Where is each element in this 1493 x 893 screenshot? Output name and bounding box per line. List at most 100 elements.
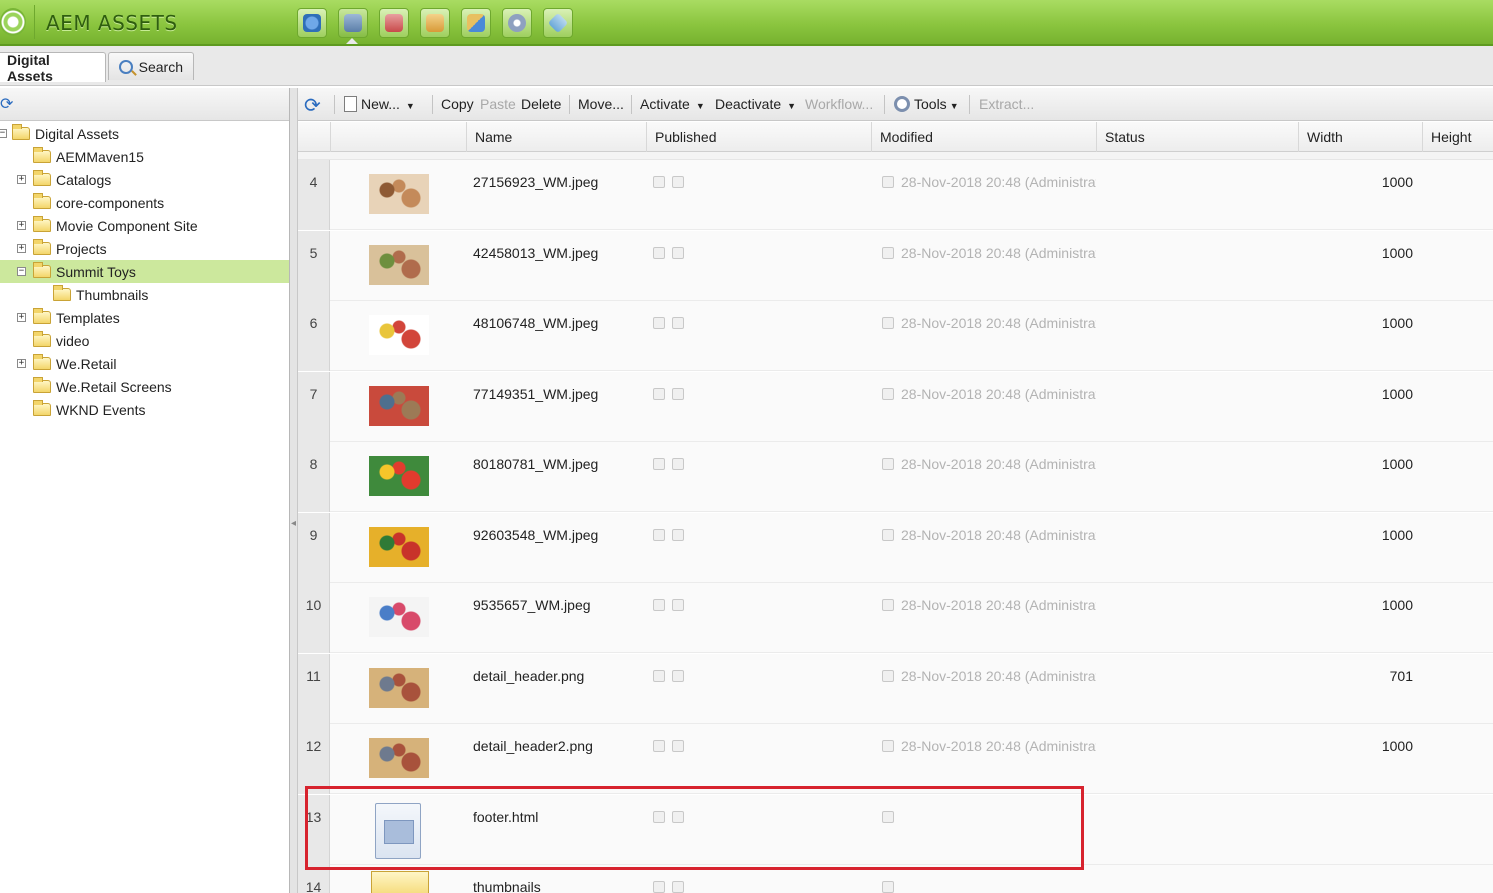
published-checkbox[interactable] (653, 670, 665, 682)
websites-icon[interactable] (297, 8, 327, 38)
asset-name[interactable]: 9535657_WM.jpeg (473, 597, 591, 613)
asset-thumbnail[interactable] (369, 386, 429, 426)
tree-item-projects[interactable]: + Projects (0, 237, 290, 260)
expand-icon[interactable]: + (17, 244, 26, 253)
table-row[interactable]: 9 92603548_WM.jpeg 28-Nov-2018 20:48 (Admi… (298, 513, 1493, 583)
modified-checkbox[interactable] (882, 176, 894, 188)
published-checkbox[interactable] (653, 529, 665, 541)
refresh-icon[interactable]: ⟳ (0, 96, 18, 114)
modified-checkbox[interactable] (882, 599, 894, 611)
published-checkbox[interactable] (653, 176, 665, 188)
expand-icon[interactable]: + (17, 175, 26, 184)
expand-icon[interactable]: + (17, 313, 26, 322)
modified-checkbox[interactable] (882, 529, 894, 541)
campaigns-icon[interactable] (379, 8, 409, 38)
expand-icon[interactable]: + (17, 221, 26, 230)
collapse-icon[interactable]: − (17, 267, 26, 276)
published-checkbox[interactable] (653, 247, 665, 259)
asset-name[interactable]: thumbnails (473, 879, 541, 893)
copy-button[interactable]: Copy (441, 96, 474, 112)
tree-item-movie-component-site[interactable]: + Movie Component Site (0, 214, 290, 237)
tree-item-core-components[interactable]: core-components (0, 191, 290, 214)
table-row[interactable]: 7 77149351_WM.jpeg 28-Nov-2018 20:48 (Admi… (298, 372, 1493, 442)
tab-digital-assets[interactable]: Digital Assets (0, 52, 106, 84)
published-checkbox[interactable] (672, 529, 684, 541)
digital-assets-icon[interactable] (338, 8, 368, 38)
table-row[interactable]: 4 27156923_WM.jpeg 28-Nov-2018 20:48 (Admi… (298, 160, 1493, 230)
panel-splitter[interactable]: ◂ (290, 88, 298, 893)
table-row[interactable]: 10 9535657_WM.jpeg 28-Nov-2018 20:48 (Admi… (298, 583, 1493, 653)
asset-thumbnail[interactable] (369, 597, 429, 637)
modified-checkbox[interactable] (882, 740, 894, 752)
published-checkbox[interactable] (653, 458, 665, 470)
modified-checkbox[interactable] (882, 388, 894, 400)
asset-thumbnail[interactable] (369, 456, 429, 496)
column-header-modified[interactable]: Modified (871, 122, 1096, 152)
table-row[interactable]: 5 42458013_WM.jpeg 28-Nov-2018 20:48 (Admi… (298, 231, 1493, 301)
published-checkbox[interactable] (653, 317, 665, 329)
tagging-icon[interactable] (543, 8, 573, 38)
column-header-width[interactable]: Width (1298, 122, 1422, 152)
tree-item-we-retail-screens[interactable]: We.Retail Screens (0, 375, 290, 398)
inbox-icon[interactable] (420, 8, 450, 38)
collapse-icon[interactable]: − (0, 129, 7, 138)
published-checkbox[interactable] (672, 317, 684, 329)
published-checkbox[interactable] (672, 881, 684, 893)
modified-checkbox[interactable] (882, 881, 894, 893)
published-checkbox[interactable] (672, 740, 684, 752)
table-row[interactable]: 8 80180781_WM.jpeg 28-Nov-2018 20:48 (Admi… (298, 442, 1493, 512)
asset-name[interactable]: 48106748_WM.jpeg (473, 315, 598, 331)
column-header-published[interactable]: Published (646, 122, 871, 152)
table-row[interactable]: 12 detail_header2.png 28-Nov-2018 20:48 (A… (298, 724, 1493, 794)
tree-item-catalogs[interactable]: + Catalogs (0, 168, 290, 191)
asset-name[interactable]: 42458013_WM.jpeg (473, 245, 598, 261)
tools-button[interactable]: Tools ▼ (894, 96, 959, 112)
asset-name[interactable]: 77149351_WM.jpeg (473, 386, 598, 402)
tab-search[interactable]: Search (108, 52, 194, 80)
published-checkbox[interactable] (672, 247, 684, 259)
asset-name[interactable]: 92603548_WM.jpeg (473, 527, 598, 543)
extract-button[interactable]: Extract... (979, 96, 1034, 112)
delete-button[interactable]: Delete (521, 96, 561, 112)
asset-thumbnail[interactable] (369, 174, 429, 214)
column-header-height[interactable]: Height (1422, 122, 1493, 152)
tree-item-video[interactable]: video (0, 329, 290, 352)
published-checkbox[interactable] (653, 740, 665, 752)
modified-checkbox[interactable] (882, 247, 894, 259)
column-header-name[interactable]: Name (466, 122, 646, 152)
published-checkbox[interactable] (672, 176, 684, 188)
published-checkbox[interactable] (653, 881, 665, 893)
asset-name[interactable]: detail_header.png (473, 668, 584, 684)
published-checkbox[interactable] (672, 388, 684, 400)
modified-checkbox[interactable] (882, 317, 894, 329)
move-button[interactable]: Move... (578, 96, 624, 112)
tools-icon[interactable] (502, 8, 532, 38)
column-header-status[interactable]: Status (1096, 122, 1298, 152)
refresh-icon[interactable]: ⟳ (304, 93, 321, 118)
asset-thumbnail[interactable] (369, 527, 429, 567)
expand-icon[interactable]: + (17, 359, 26, 368)
asset-thumbnail[interactable] (369, 738, 429, 778)
published-checkbox[interactable] (672, 670, 684, 682)
folder-icon[interactable] (371, 871, 429, 893)
tree-item-aemmaven15[interactable]: AEMMaven15 (0, 145, 290, 168)
published-checkbox[interactable] (653, 388, 665, 400)
table-row[interactable]: 11 detail_header.png 28-Nov-2018 20:48 (Ad… (298, 654, 1493, 724)
new-button[interactable]: New... ▼ (344, 96, 415, 112)
table-row[interactable]: 6 48106748_WM.jpeg 28-Nov-2018 20:48 (Admi… (298, 301, 1493, 371)
tree-item-we-retail[interactable]: + We.Retail (0, 352, 290, 375)
aem-logo-icon[interactable] (0, 8, 26, 36)
workflow-button[interactable]: Workflow... (805, 96, 873, 112)
modified-checkbox[interactable] (882, 458, 894, 470)
asset-thumbnail[interactable] (369, 315, 429, 355)
tree-item-wknd-events[interactable]: WKND Events (0, 398, 290, 421)
activate-button[interactable]: Activate ▼ (640, 96, 705, 112)
paste-button[interactable]: Paste (480, 96, 516, 112)
tree-item-summit-toys[interactable]: − Summit Toys (0, 260, 289, 283)
asset-thumbnail[interactable] (369, 245, 429, 285)
asset-name[interactable]: 27156923_WM.jpeg (473, 174, 598, 190)
published-checkbox[interactable] (672, 599, 684, 611)
published-checkbox[interactable] (672, 458, 684, 470)
modified-checkbox[interactable] (882, 670, 894, 682)
asset-name[interactable]: 80180781_WM.jpeg (473, 456, 598, 472)
